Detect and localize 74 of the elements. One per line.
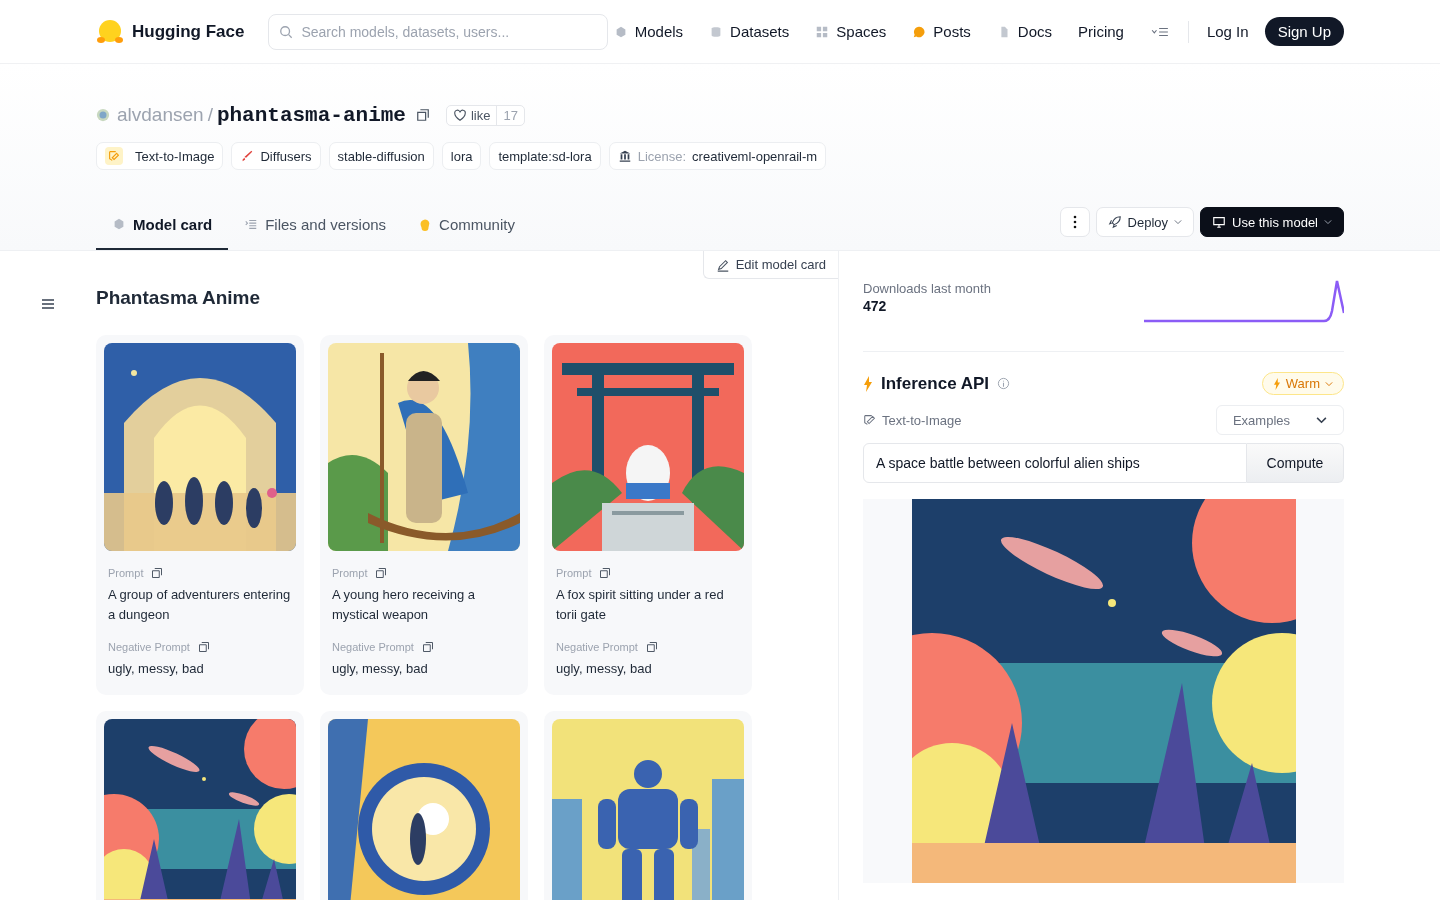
copy-icon[interactable] [599, 567, 612, 579]
search-icon [279, 24, 294, 39]
nav-link[interactable]: Spaces [815, 23, 887, 40]
menu-icon[interactable] [40, 296, 56, 312]
tab[interactable]: Files and versions [228, 200, 403, 250]
path-separator: / [207, 104, 213, 126]
monitor-icon [1212, 215, 1226, 229]
prompt-input[interactable]: A space battle between colorful alien ships [863, 443, 1247, 483]
examples-dropdown[interactable]: Examples [1215, 405, 1344, 435]
prompt-text: A young hero receiving a mystical weapon [331, 586, 477, 624]
avatar-icon[interactable] [96, 108, 110, 122]
tag[interactable]: template:sd-lora [489, 142, 601, 170]
tag[interactable]: lora [441, 142, 482, 170]
copy-icon[interactable] [375, 567, 388, 579]
prompt-text: A group of adventurers entering a dungeon [107, 586, 292, 624]
model-title: Phantasma Anime [96, 287, 261, 309]
signup-button[interactable]: Sign Up [1264, 17, 1344, 46]
prompt-text: A fox spirit sitting under a red torii gate [555, 586, 725, 624]
tab[interactable]: Model card [96, 200, 229, 250]
grid-icon [815, 24, 830, 39]
bank-icon [617, 149, 632, 163]
rocket-icon [1107, 215, 1122, 229]
cube-icon [112, 217, 126, 231]
edit-model-card-button[interactable]: Edit model card [702, 251, 838, 279]
list-icon [244, 217, 259, 231]
nav-link[interactable]: Posts [912, 23, 971, 40]
pencil-icon [715, 257, 730, 272]
task-label: Text-to-Image [882, 412, 962, 428]
chevron-down-icon [1324, 219, 1332, 225]
negative-prompt-text: ugly, messy, bad [107, 660, 205, 678]
use-model-button[interactable]: Use this model [1200, 207, 1344, 237]
nav-link[interactable]: Docs [996, 23, 1053, 40]
heart-icon [452, 108, 467, 122]
copy-icon[interactable] [151, 567, 164, 579]
tag[interactable]: Diffusers [231, 142, 321, 170]
search-field[interactable]: Search models, datasets, users... [268, 13, 609, 50]
bolt-icon [863, 375, 873, 392]
downloads-label: Downloads last month [863, 281, 991, 296]
negative-prompt-label: Negative Prompt [108, 641, 190, 653]
copy-icon[interactable] [645, 641, 658, 653]
compute-button[interactable]: Compute [1247, 443, 1344, 483]
nav-link[interactable]: Models [613, 23, 684, 40]
downloads-count: 472 [863, 298, 888, 314]
negative-prompt-text: ugly, messy, bad [555, 660, 653, 678]
tag[interactable]: License: creativeml-openrail-m [608, 142, 827, 170]
prompt-label: Prompt [556, 567, 592, 579]
copy-icon[interactable] [197, 641, 210, 653]
login-link[interactable]: Log In [1206, 23, 1249, 40]
negative-prompt-label: Negative Prompt [556, 641, 638, 653]
prompt-label: Prompt [108, 567, 144, 579]
copy-icon[interactable] [415, 108, 430, 122]
nav-link[interactable]: Datasets [709, 23, 790, 40]
chevron-down-icon [1325, 380, 1333, 387]
nav-link[interactable]: Pricing [1078, 23, 1124, 40]
deploy-button[interactable]: Deploy [1095, 207, 1194, 237]
copy-icon[interactable] [421, 641, 434, 653]
repo-name[interactable]: phantasma-anime [216, 103, 406, 127]
tag[interactable]: stable-diffusion [328, 142, 434, 170]
inference-title: Inference API [881, 373, 990, 394]
negative-prompt-text: ugly, messy, bad [331, 660, 429, 678]
like-button[interactable]: like 17 [445, 104, 525, 126]
dots-icon [1072, 215, 1077, 229]
brand-name[interactable]: Hugging Face [132, 21, 245, 42]
brush-icon [240, 149, 255, 163]
chat-bubble-icon [912, 24, 927, 39]
negative-prompt-label: Negative Prompt [332, 641, 414, 653]
chevron-down-icon [1174, 219, 1182, 225]
bolt-icon [1272, 377, 1281, 390]
prompt-label: Prompt [332, 567, 368, 579]
chevron-down-icon [1316, 416, 1327, 424]
pen-icon [105, 147, 123, 165]
pen-icon [863, 413, 877, 427]
tab[interactable]: Community [402, 200, 531, 250]
tag[interactable]: Text-to-Image [96, 142, 224, 170]
